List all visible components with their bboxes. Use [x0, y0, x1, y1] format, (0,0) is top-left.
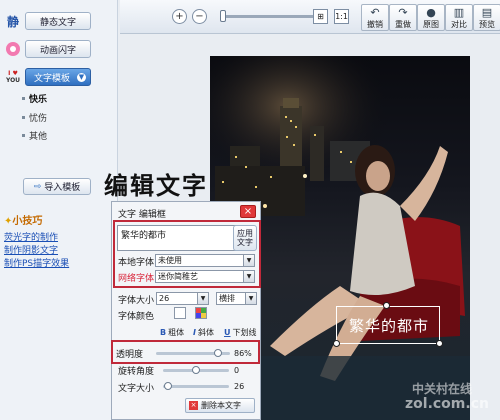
bold-icon: B: [160, 328, 167, 337]
dialog-title: 文字 编辑框: [118, 210, 166, 220]
delete-icon: ×: [189, 401, 198, 410]
import-icon: ⇨: [33, 181, 42, 192]
compare-icon: ▥: [453, 6, 465, 19]
edit-text-heading: 编辑文字: [104, 171, 208, 200]
opacity-slider-handle[interactable]: [214, 349, 222, 357]
text-template-label: 文字模板: [34, 73, 71, 84]
preview-icon: ▤: [481, 6, 493, 19]
text-template-button[interactable]: 文字模板 ▼: [25, 68, 91, 86]
font-color-label: 字体颜色: [118, 312, 155, 322]
import-template-button[interactable]: ⇨ 导入模板: [23, 178, 91, 195]
undo-button[interactable]: ↶ 撤销: [361, 4, 389, 31]
zoom-slider-handle[interactable]: [220, 10, 226, 22]
redo-button[interactable]: ↷ 重做: [389, 4, 417, 31]
import-template-row: ⇨ 导入模板: [20, 178, 91, 195]
original-image-button[interactable]: ● 原图: [417, 4, 445, 31]
heart-flower-icon: [4, 40, 22, 58]
tip-link-ps-stroke[interactable]: 制作PS描字效果: [4, 256, 69, 269]
chevron-down-icon: ▼: [197, 293, 208, 304]
chevron-down-icon: ▼: [77, 73, 86, 82]
static-text-icon: 静: [6, 14, 19, 29]
rotation-label: 旋转角度: [118, 367, 155, 377]
redo-label: 重做: [395, 20, 411, 29]
undo-icon: ↶: [370, 6, 380, 19]
font-size-value: 26: [159, 294, 170, 303]
font-color-swatch[interactable]: [174, 307, 186, 319]
italic-button[interactable]: I 斜体: [193, 327, 214, 338]
rotation-slider-handle[interactable]: [192, 366, 200, 374]
actual-size-button[interactable]: 1:1: [334, 9, 349, 24]
resize-handle-top[interactable]: [383, 302, 390, 309]
template-item-sad[interactable]: 忧伤: [22, 111, 47, 124]
web-font-select[interactable]: 迷你简稚艺 ▼: [155, 270, 255, 283]
underline-icon: U: [224, 328, 231, 337]
italic-label: 斜体: [197, 328, 214, 337]
top-toolbar: + − ⊞ 1:1 ↶ 撤销 ↷ 重做 ● 原图 ▥ 对比 ▤ 预览: [120, 0, 500, 34]
web-font-value: 迷你简稚艺: [158, 272, 198, 281]
opacity-value: 86%: [234, 349, 252, 358]
preview-button[interactable]: ▤ 预览: [473, 4, 500, 31]
delete-text-button[interactable]: × 删除本文字: [185, 398, 255, 413]
redo-icon: ↷: [398, 6, 408, 19]
animated-text-row: 动画闪字: [4, 40, 91, 58]
chevron-down-icon: ▼: [243, 255, 254, 266]
fit-screen-icon[interactable]: ⊞: [313, 9, 328, 24]
canvas-text-caption[interactable]: 繁华的都市: [336, 306, 440, 344]
text-size-value: 26: [234, 382, 245, 391]
delete-text-label: 删除本文字: [201, 401, 241, 410]
close-icon[interactable]: ×: [240, 205, 256, 218]
animated-text-button[interactable]: 动画闪字: [25, 40, 91, 58]
apply-text-button[interactable]: 应用文字: [233, 225, 257, 251]
chevron-down-icon: ▼: [245, 293, 256, 304]
font-size-label: 字体大小: [118, 296, 155, 306]
chevron-down-icon: ▼: [243, 271, 254, 282]
color-palette-icon[interactable]: [195, 307, 207, 319]
i-love-you-line-1: I ♥: [8, 70, 18, 77]
undo-label: 撤销: [367, 20, 383, 29]
static-text-row: 静 静态文字: [4, 12, 91, 30]
zoom-in-icon[interactable]: +: [172, 9, 187, 24]
zoom-slider-track[interactable]: [225, 15, 315, 18]
compare-button[interactable]: ▥ 对比: [445, 4, 473, 31]
import-template-label: 导入模板: [44, 183, 81, 193]
bold-label: 粗体: [168, 328, 185, 337]
preview-label: 预览: [479, 20, 495, 29]
text-size-slider-handle[interactable]: [164, 382, 172, 390]
italic-icon: I: [193, 328, 196, 337]
canvas-caption-text: 繁华的都市: [348, 317, 429, 335]
static-text-button[interactable]: 静态文字: [25, 12, 91, 30]
bold-button[interactable]: B 粗体: [160, 327, 184, 338]
tip-link-shadow-text[interactable]: 制作阴影文字: [4, 243, 58, 256]
tips-heading: ✦小技巧: [4, 216, 43, 227]
font-size-select[interactable]: 26 ▼: [156, 292, 209, 305]
original-image-icon: ●: [426, 6, 436, 19]
local-font-value: 未使用: [158, 256, 182, 265]
watermark-url: zol.com.cn: [405, 396, 489, 412]
opacity-label: 透明度: [116, 350, 144, 360]
web-font-label: 网络字体: [118, 274, 155, 284]
zoom-out-icon[interactable]: −: [192, 9, 207, 24]
original-image-label: 原图: [423, 20, 439, 29]
i-love-you-line-2: YOU: [5, 77, 21, 84]
local-font-label: 本地字体: [118, 258, 155, 268]
resize-handle-bottom-left[interactable]: [333, 340, 340, 347]
compare-label: 对比: [451, 20, 467, 29]
text-size-slider-track[interactable]: [163, 385, 229, 388]
text-size-label: 文字大小: [118, 384, 155, 394]
text-template-row: I ♥ YOU 文字模板 ▼: [4, 68, 91, 86]
left-sidebar: 静 静态文字 动画闪字 I ♥ YOU 文字模板 ▼ 快乐 忧伤 其他 ⇨ 导入…: [0, 0, 118, 420]
rotation-value: 0: [234, 366, 240, 375]
tip-link-glow-text[interactable]: 荧光字的制作: [4, 230, 58, 243]
local-font-select[interactable]: 未使用 ▼: [155, 254, 255, 267]
template-item-happy[interactable]: 快乐: [22, 92, 47, 105]
i-love-you-icon: I ♥ YOU: [4, 68, 22, 86]
template-item-other[interactable]: 其他: [22, 129, 47, 142]
resize-handle-bottom-right[interactable]: [436, 340, 443, 347]
watermark-text: 中关村在线: [412, 382, 473, 396]
underline-label: 下划线: [232, 328, 257, 337]
orientation-value: 横排: [219, 294, 235, 303]
orientation-select[interactable]: 横排 ▼: [216, 292, 257, 305]
underline-button[interactable]: U 下划线: [224, 327, 257, 338]
